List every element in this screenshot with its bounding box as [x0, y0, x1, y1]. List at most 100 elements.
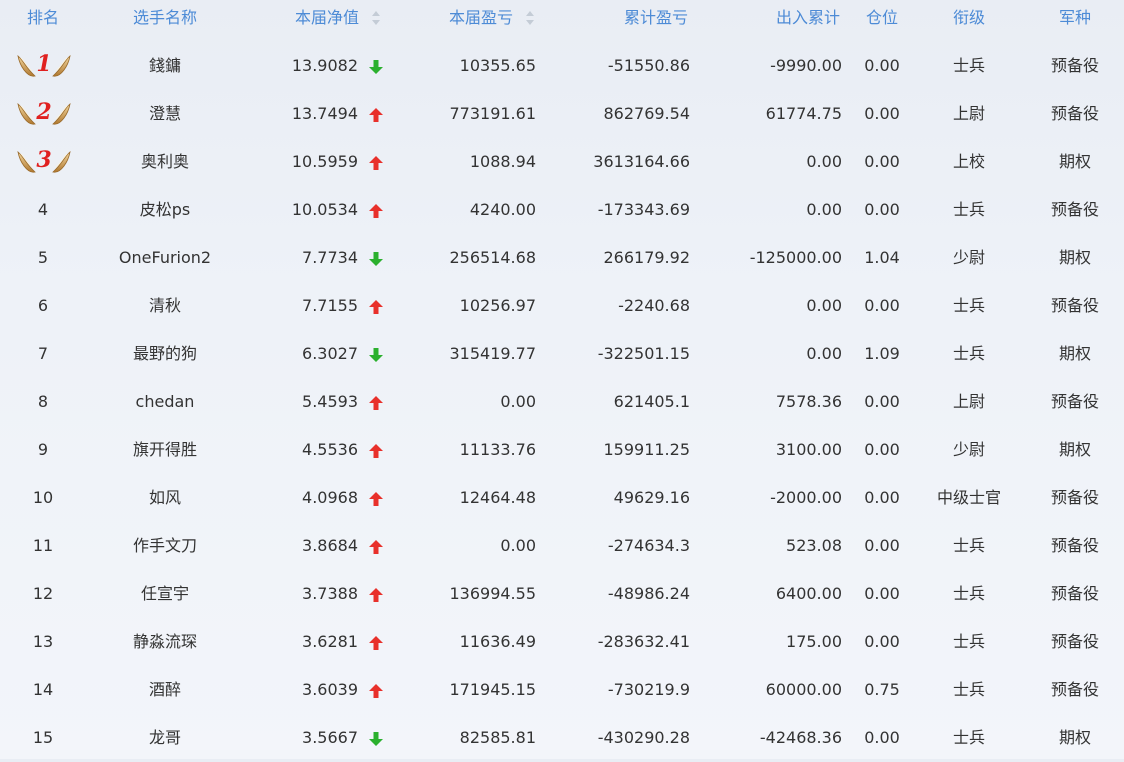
arrow-up-icon: [368, 587, 384, 603]
rank-grade: 少尉: [952, 440, 985, 459]
arrow-up-icon: [368, 203, 384, 219]
header-grade[interactable]: 衔级: [928, 0, 1010, 36]
position-ratio: 0.00: [864, 392, 900, 411]
header-pnl[interactable]: 本届盈亏: [400, 0, 513, 36]
player-name[interactable]: 清秋: [100, 282, 230, 330]
header-branch[interactable]: 军种: [1040, 0, 1110, 36]
player-name[interactable]: 皮松ps: [100, 186, 230, 234]
net-value: 3.6039: [302, 680, 358, 699]
cumulative-flow: 6400.00: [775, 584, 842, 603]
player-name[interactable]: 奥利奥: [100, 138, 230, 186]
player-name[interactable]: 龙哥: [100, 714, 230, 762]
rank-number: 5: [37, 248, 49, 267]
net-value: 3.6281: [302, 632, 358, 651]
position-ratio: 0.75: [864, 680, 900, 699]
player-name[interactable]: chedan: [100, 378, 230, 426]
rank-grade: 上尉: [952, 392, 985, 411]
player-name[interactable]: 任宣宇: [100, 570, 230, 618]
cumulative-flow: 523.08: [786, 536, 842, 555]
cumulative-flow: 60000.00: [765, 680, 842, 699]
rank-grade: 士兵: [952, 200, 985, 219]
rank-grade: 士兵: [952, 56, 985, 75]
header-cum-pnl[interactable]: 累计盈亏: [560, 0, 688, 36]
table-row[interactable]: 15 龙哥 3.5667 82585.81 -430290.28 -42468.…: [0, 714, 1124, 762]
table-header: 排名 选手名称 本届净值 本届盈亏 累计盈亏 出入累计 仓位 衔级 军种: [0, 0, 1124, 36]
table-row[interactable]: 12 任宣宇 3.7388 136994.55 -48986.24 6400.0…: [0, 570, 1124, 618]
service-branch: 期权: [1058, 344, 1091, 363]
position-ratio: 0.00: [864, 632, 900, 651]
cumulative-flow: -125000.00: [749, 248, 842, 267]
service-branch: 期权: [1058, 440, 1091, 459]
position-ratio: 0.00: [864, 536, 900, 555]
player-name[interactable]: 如风: [100, 474, 230, 522]
table-row[interactable]: 14 酒醉 3.6039 171945.15 -730219.9 60000.0…: [0, 666, 1124, 714]
rank-grade: 士兵: [952, 632, 985, 651]
rank-number: 12: [32, 584, 54, 603]
period-pnl: 773191.61: [449, 104, 536, 123]
player-name[interactable]: 澄慧: [100, 90, 230, 138]
arrow-up-icon: [368, 299, 384, 315]
net-value: 7.7155: [302, 296, 358, 315]
rank-number: 13: [32, 632, 54, 651]
net-value: 4.5536: [302, 440, 358, 459]
player-name[interactable]: 酒醉: [100, 666, 230, 714]
table-row[interactable]: 7 最野的狗 6.3027 315419.77 -322501.15 0.00 …: [0, 330, 1124, 378]
cumulative-pnl: -430290.28: [597, 728, 690, 747]
header-rank[interactable]: 排名: [12, 0, 74, 36]
player-name[interactable]: 旗开得胜: [100, 426, 230, 474]
table-row[interactable]: 11 作手文刀 3.8684 0.00 -274634.3 523.08 0.0…: [0, 522, 1124, 570]
net-value: 3.8684: [302, 536, 358, 555]
header-nav[interactable]: 本届净值: [240, 0, 359, 36]
net-value: 13.9082: [291, 56, 358, 75]
rank-number: 8: [37, 392, 49, 411]
table-row[interactable]: 澄慧 13.7494 773191.61 862769.54 61774.75 …: [0, 90, 1124, 138]
player-name[interactable]: 錢鏞: [100, 42, 230, 90]
period-pnl: 171945.15: [449, 680, 536, 699]
cumulative-flow: 175.00: [786, 632, 842, 651]
cumulative-pnl: 3613164.66: [593, 152, 690, 171]
player-name[interactable]: 静淼流琛: [100, 618, 230, 666]
period-pnl: 4240.00: [469, 200, 536, 219]
table-row[interactable]: 奥利奥 10.5959 1088.94 3613164.66 0.00 0.00…: [0, 138, 1124, 186]
cumulative-pnl: -2240.68: [618, 296, 690, 315]
net-value: 3.7388: [302, 584, 358, 603]
arrow-down-icon: [368, 251, 384, 267]
table-row[interactable]: 6 清秋 7.7155 10256.97 -2240.68 0.00 0.00 …: [0, 282, 1124, 330]
period-pnl: 11133.76: [459, 440, 536, 459]
header-flow[interactable]: 出入累计: [710, 0, 840, 36]
cumulative-pnl: -730219.9: [607, 680, 690, 699]
header-position[interactable]: 仓位: [856, 0, 908, 36]
cumulative-flow: 0.00: [806, 200, 842, 219]
table-row[interactable]: 4 皮松ps 10.0534 4240.00 -173343.69 0.00 0…: [0, 186, 1124, 234]
cumulative-flow: -2000.00: [770, 488, 842, 507]
cumulative-pnl: -173343.69: [597, 200, 690, 219]
period-pnl: 1088.94: [469, 152, 536, 171]
rank-number: 15: [32, 728, 54, 747]
table-row[interactable]: 錢鏞 13.9082 10355.65 -51550.86 -9990.00 0…: [0, 42, 1124, 90]
service-branch: 预备役: [1050, 56, 1099, 75]
sort-nav-icon[interactable]: [372, 11, 380, 25]
service-branch: 期权: [1058, 152, 1091, 171]
period-pnl: 315419.77: [449, 344, 536, 363]
rank-grade: 士兵: [952, 536, 985, 555]
position-ratio: 0.00: [864, 584, 900, 603]
table-row[interactable]: 5 OneFurion2 7.7734 256514.68 266179.92 …: [0, 234, 1124, 282]
sort-pnl-icon[interactable]: [526, 11, 534, 25]
arrow-up-icon: [368, 539, 384, 555]
player-name[interactable]: 作手文刀: [100, 522, 230, 570]
table-row[interactable]: 8 chedan 5.4593 0.00 621405.1 7578.36 0.…: [0, 378, 1124, 426]
table-row[interactable]: 13 静淼流琛 3.6281 11636.49 -283632.41 175.0…: [0, 618, 1124, 666]
table-row[interactable]: 10 如风 4.0968 12464.48 49629.16 -2000.00 …: [0, 474, 1124, 522]
cumulative-flow: -42468.36: [759, 728, 842, 747]
player-name[interactable]: OneFurion2: [100, 234, 230, 282]
arrow-up-icon: [368, 491, 384, 507]
period-pnl: 256514.68: [449, 248, 536, 267]
cumulative-pnl: -274634.3: [607, 536, 690, 555]
table-row[interactable]: 9 旗开得胜 4.5536 11133.76 159911.25 3100.00…: [0, 426, 1124, 474]
winged-medal-icon: 2: [17, 98, 71, 130]
service-branch: 预备役: [1050, 632, 1099, 651]
header-name[interactable]: 选手名称: [100, 0, 230, 36]
rank-grade: 上尉: [952, 104, 985, 123]
player-name[interactable]: 最野的狗: [100, 330, 230, 378]
position-ratio: 0.00: [864, 488, 900, 507]
